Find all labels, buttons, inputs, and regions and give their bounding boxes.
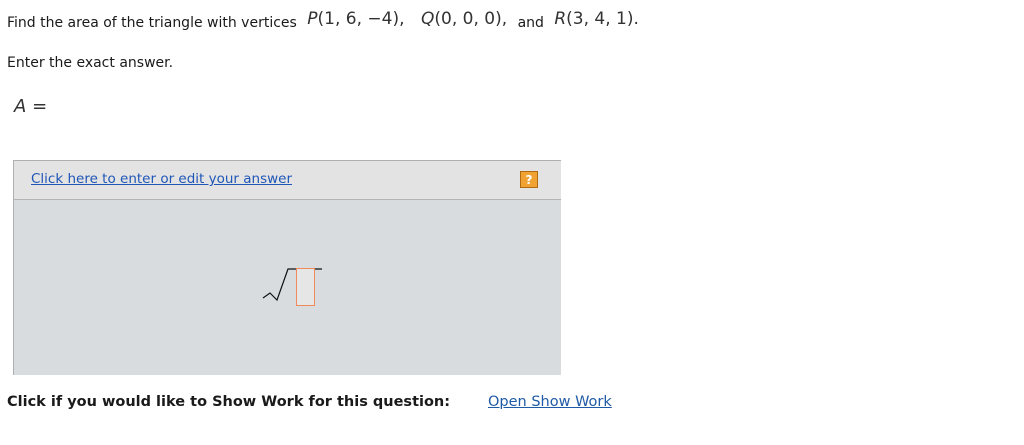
vertex-q-coords: (0, 0, 0), [434, 9, 508, 29]
answer-variable: A [14, 96, 27, 117]
answer-equals: = [32, 96, 48, 117]
vertex-r: R(3, 4, 1). [554, 9, 639, 29]
edit-answer-link[interactable]: Click here to enter or edit your answer [31, 171, 292, 187]
answer-label: A = [14, 96, 47, 117]
vertex-r-name: R [554, 9, 567, 29]
answer-panel: Click here to enter or edit your answer … [13, 160, 561, 375]
show-work-prompt: Click if you would like to Show Work for… [7, 394, 451, 410]
vertex-p-coords: (1, 6, −4), [317, 9, 405, 29]
vertex-q-name: Q [420, 9, 435, 29]
vertex-p: P(1, 6, −4), [307, 9, 404, 29]
instruction-text: Enter the exact answer. [7, 55, 174, 71]
question-prefix: Find the area of the triangle with verti… [7, 15, 297, 31]
answer-panel-header: Click here to enter or edit your answer … [14, 161, 561, 200]
vertex-p-name: P [307, 9, 318, 29]
question-text: Find the area of the triangle with verti… [7, 9, 645, 32]
help-icon[interactable]: ? [520, 171, 538, 188]
radicand-input[interactable] [296, 268, 315, 306]
vertex-q: Q(0, 0, 0), [421, 9, 507, 29]
and-word: and [517, 15, 544, 31]
open-show-work-link[interactable]: Open Show Work [488, 394, 612, 410]
vertex-r-coords: (3, 4, 1). [566, 9, 639, 29]
